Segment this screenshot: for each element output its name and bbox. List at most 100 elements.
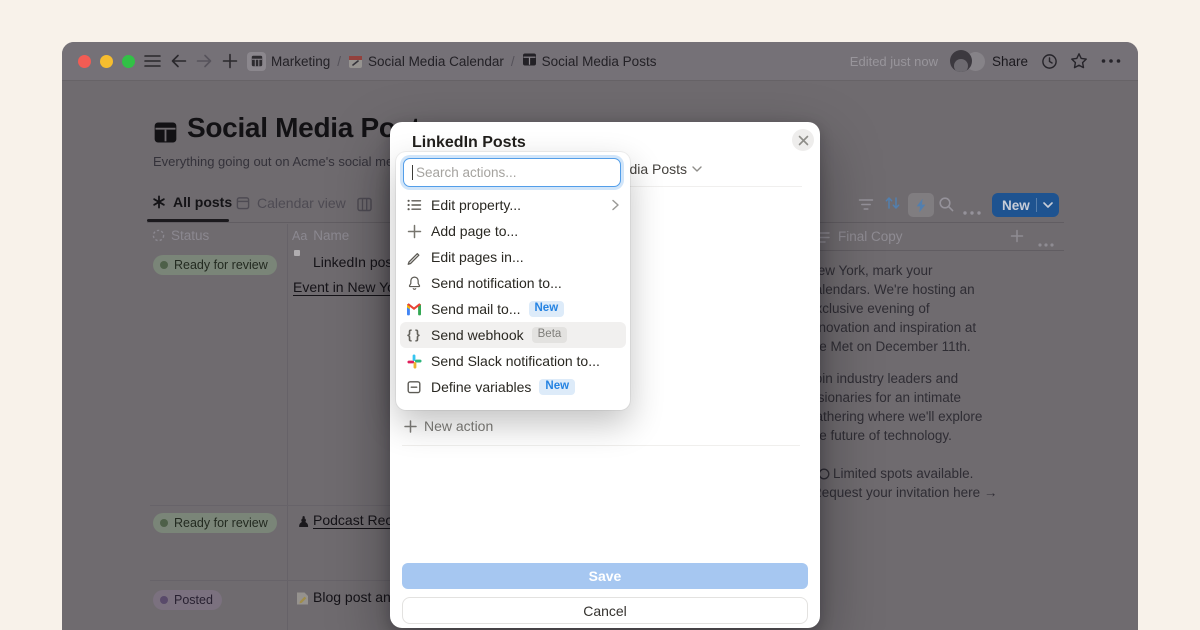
edited-timestamp: Edited just now bbox=[850, 54, 938, 69]
automation-bolt-button[interactable] bbox=[908, 193, 934, 217]
final-copy-line: exclusive evening of bbox=[808, 301, 930, 316]
final-copy-line: Request your invitation here → bbox=[812, 485, 997, 500]
search-actions-input[interactable]: Search actions... bbox=[403, 158, 621, 187]
back-arrow-icon[interactable] bbox=[169, 52, 187, 70]
column-header-final-copy[interactable]: Final Copy bbox=[838, 229, 903, 244]
chess-pawn-page-icon: ♟ bbox=[297, 515, 310, 530]
final-copy-line: innovation and inspiration at bbox=[808, 320, 976, 335]
forward-arrow-icon[interactable] bbox=[195, 52, 213, 70]
action-list: Edit property... Add page to... Edit pages… bbox=[396, 192, 630, 400]
new-button[interactable]: New bbox=[992, 193, 1059, 217]
new-action-button[interactable]: New action bbox=[404, 418, 493, 434]
close-icon bbox=[798, 135, 809, 146]
lightning-bolt-icon bbox=[915, 198, 928, 213]
breadcrumb-label: Social Media Calendar bbox=[368, 54, 504, 69]
breadcrumb: Marketing / Social Media Calendar / Soci… bbox=[247, 52, 656, 71]
close-window-button[interactable] bbox=[78, 55, 91, 68]
minimize-window-button[interactable] bbox=[100, 55, 113, 68]
cancel-button[interactable]: Cancel bbox=[402, 597, 808, 624]
action-label: Add page to... bbox=[431, 223, 518, 239]
new-action-label: New action bbox=[424, 418, 493, 434]
view-options-icon[interactable] bbox=[963, 202, 981, 220]
search-icon[interactable] bbox=[938, 196, 955, 218]
filter-icon[interactable] bbox=[858, 198, 874, 216]
share-button[interactable]: Share bbox=[992, 54, 1028, 69]
plus-icon bbox=[404, 420, 417, 433]
status-dot bbox=[160, 261, 168, 269]
topbar-divider bbox=[62, 80, 1138, 81]
screenshot-stage: Marketing / Social Media Calendar / Soci… bbox=[0, 0, 1200, 630]
window-topbar: Marketing / Social Media Calendar / Soci… bbox=[62, 42, 1138, 80]
chevron-down-icon bbox=[692, 166, 702, 173]
save-button[interactable]: Save bbox=[402, 563, 808, 589]
action-label: Define variables bbox=[431, 379, 531, 395]
final-copy-line: visionaries for an intimate bbox=[808, 390, 961, 405]
status-badge[interactable]: Posted bbox=[153, 590, 222, 610]
asterisk-icon bbox=[152, 195, 166, 209]
action-item-send-slack-notification-to[interactable]: Send Slack notification to... bbox=[400, 348, 626, 374]
doc-icon bbox=[406, 379, 422, 395]
new-page-plus-icon[interactable] bbox=[221, 52, 239, 70]
tab-label: All posts bbox=[173, 194, 232, 210]
tab-partial-board-icon[interactable] bbox=[357, 197, 372, 217]
status-property-icon bbox=[152, 229, 165, 242]
final-copy-line: the Met on December 11th. bbox=[808, 339, 971, 354]
final-copy-header-divider bbox=[820, 250, 1064, 251]
history-clock-icon[interactable] bbox=[1040, 52, 1058, 70]
gmail-icon bbox=[406, 301, 422, 317]
traffic-lights bbox=[78, 55, 135, 68]
breadcrumb-label: Marketing bbox=[271, 54, 330, 69]
modal-divider bbox=[402, 445, 800, 446]
action-item-send-webhook[interactable]: { }Send webhookBeta bbox=[400, 322, 626, 348]
actions-dropdown: Search actions... Edit property... Add pa… bbox=[396, 152, 630, 410]
tab-all-posts[interactable]: All posts bbox=[152, 194, 232, 210]
action-item-define-variables[interactable]: Define variablesNew bbox=[400, 374, 626, 400]
action-item-add-page-to[interactable]: Add page to... bbox=[400, 218, 626, 244]
action-item-send-mail-to[interactable]: Send mail to... New bbox=[400, 296, 626, 322]
tab-label: Calendar view bbox=[257, 195, 346, 211]
calendar-view-icon bbox=[236, 196, 250, 210]
collaborator-avatars bbox=[950, 50, 980, 72]
column-header-name[interactable]: Aa Name bbox=[292, 228, 349, 243]
modal-close-button[interactable] bbox=[792, 129, 814, 151]
breadcrumb-item-calendar[interactable]: Social Media Calendar bbox=[348, 54, 504, 69]
pencil-icon bbox=[406, 249, 422, 265]
action-item-edit-property[interactable]: Edit property... bbox=[400, 192, 626, 218]
status-dot bbox=[160, 596, 168, 604]
breadcrumb-label: Social Media Posts bbox=[542, 54, 657, 69]
final-copy-line: the future of technology. bbox=[808, 428, 952, 443]
avatar[interactable] bbox=[950, 50, 972, 72]
more-options-icon[interactable] bbox=[1100, 52, 1122, 70]
breadcrumb-item-posts[interactable]: Social Media Posts bbox=[522, 52, 657, 70]
new-badge: New bbox=[529, 301, 565, 318]
modal-title: LinkedIn Posts bbox=[412, 134, 526, 152]
action-item-edit-pages-in[interactable]: Edit pages in... bbox=[400, 244, 626, 270]
column-header-status[interactable]: Status bbox=[152, 228, 209, 243]
tab-calendar-view[interactable]: Calendar view bbox=[236, 195, 346, 211]
page-subtitle: Everything going out on Acme's social me… bbox=[153, 154, 411, 169]
sort-icon[interactable] bbox=[884, 195, 901, 216]
new-button-divider bbox=[1036, 198, 1037, 212]
column-label: Status bbox=[171, 228, 209, 243]
text-caret bbox=[412, 165, 413, 180]
sidebar-menu-icon[interactable] bbox=[143, 52, 161, 70]
zoom-window-button[interactable] bbox=[122, 55, 135, 68]
final-copy-line: gathering where we'll explore bbox=[808, 409, 982, 424]
breadcrumb-item-marketing[interactable]: Marketing bbox=[247, 52, 330, 71]
status-badge[interactable]: Ready for review bbox=[153, 255, 277, 275]
status-badge[interactable]: Ready for review bbox=[153, 513, 277, 533]
slack-icon bbox=[406, 353, 422, 369]
final-copy-line: Join industry leaders and bbox=[808, 371, 958, 386]
add-column-plus-icon[interactable] bbox=[1010, 229, 1024, 248]
action-label: Send webhook bbox=[431, 327, 524, 343]
title-property-icon: Aa bbox=[292, 229, 307, 243]
final-copy-line: calendars. We're hosting an bbox=[808, 282, 975, 297]
chevron-down-icon[interactable] bbox=[1043, 202, 1053, 209]
final-copy-line: Limited spots available. bbox=[833, 466, 973, 481]
column-label: Final Copy bbox=[838, 229, 903, 244]
action-item-send-notification-to[interactable]: Send notification to... bbox=[400, 270, 626, 296]
favorite-star-icon[interactable] bbox=[1070, 52, 1088, 70]
action-label: Send mail to... bbox=[431, 301, 521, 317]
status-label: Ready for review bbox=[174, 258, 268, 272]
final-copy-line: New York, mark your bbox=[808, 263, 933, 278]
